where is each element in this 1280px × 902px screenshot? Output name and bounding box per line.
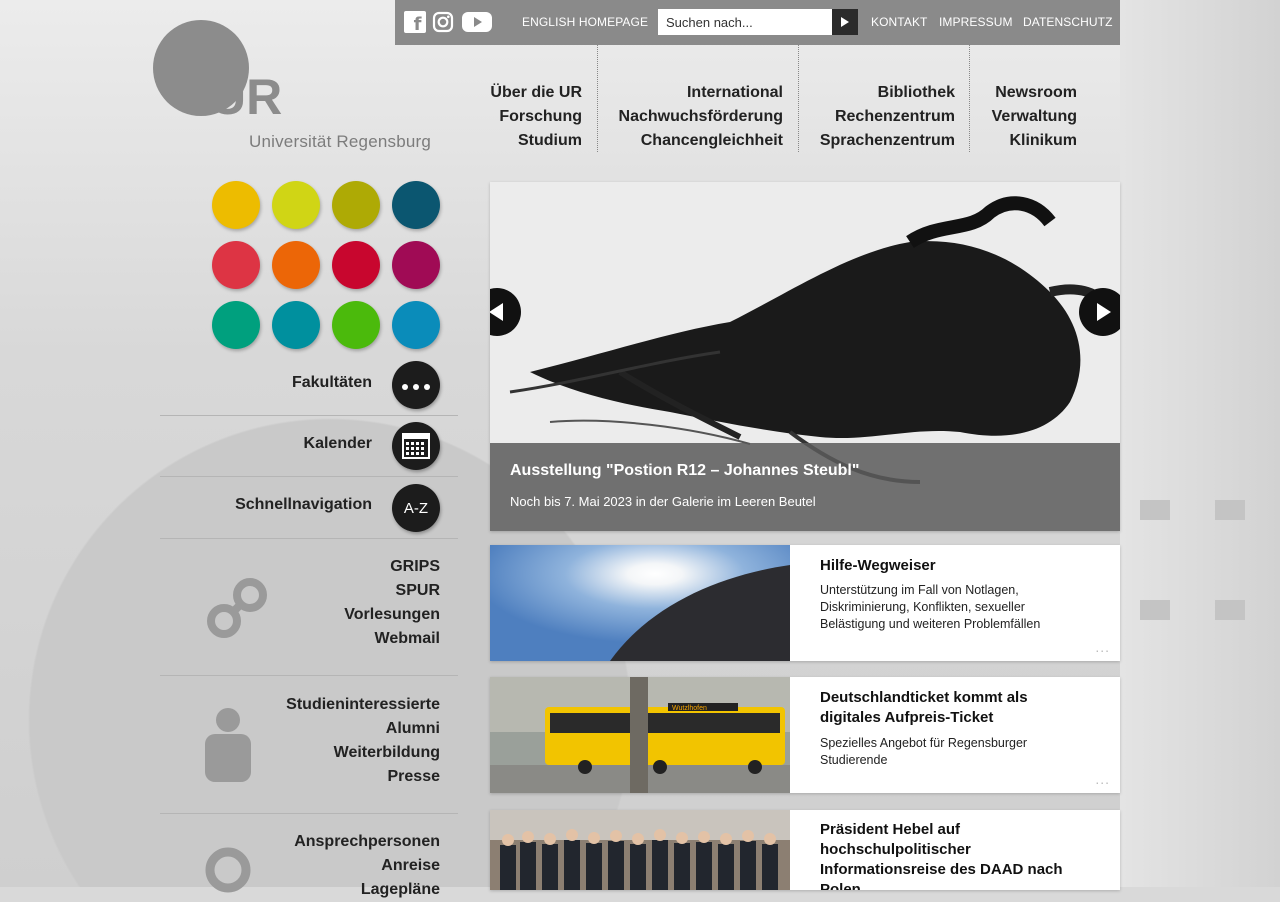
news-image-bus: Wutzlhofen bbox=[490, 677, 790, 793]
nav-nachwuchsfoerderung[interactable]: Nachwuchsförderung bbox=[619, 105, 783, 129]
nav-verwaltung[interactable]: Verwaltung bbox=[992, 105, 1077, 129]
nav-divider bbox=[969, 45, 970, 152]
nav-column-3: Bibliothek Rechenzentrum Sprachenzentrum bbox=[820, 81, 955, 153]
news-title: Deutschlandticket kommt als digitales Au… bbox=[820, 689, 1028, 726]
link-chain-icon bbox=[207, 578, 267, 638]
tools-links: GRIPS SPUR Vorlesungen Webmail bbox=[344, 555, 440, 651]
link-spur[interactable]: SPUR bbox=[344, 579, 440, 603]
nav-forschung[interactable]: Forschung bbox=[490, 105, 582, 129]
divider-line bbox=[160, 813, 458, 814]
divider-line bbox=[160, 675, 458, 676]
link-weiterbildung[interactable]: Weiterbildung bbox=[286, 741, 440, 765]
nav-column-2: International Nachwuchsförderung Chancen… bbox=[619, 81, 783, 153]
nav-bibliothek[interactable]: Bibliothek bbox=[820, 81, 955, 105]
arrow-right-icon bbox=[1097, 303, 1111, 321]
more-dots-icon[interactable]: ... bbox=[1095, 771, 1110, 787]
nav-international[interactable]: International bbox=[619, 81, 783, 105]
news-text: Unterstützung im Fall von Notlagen, Disk… bbox=[820, 583, 1041, 631]
arrow-left-icon bbox=[490, 303, 503, 321]
news-title: Hilfe-Wegweiser bbox=[820, 557, 936, 574]
faculty-color-dot[interactable] bbox=[332, 241, 380, 289]
news-item[interactable]: Hilfe-Wegweiser Unterstützung im Fall vo… bbox=[490, 545, 1120, 661]
news-item[interactable]: Wutzlhofen Deutschlandticket kommt als d… bbox=[490, 677, 1120, 793]
youtube-icon[interactable] bbox=[462, 11, 492, 33]
faculty-color-dot[interactable] bbox=[332, 181, 380, 229]
more-dots-icon[interactable]: ... bbox=[1095, 639, 1110, 655]
more-dots-icon[interactable] bbox=[392, 361, 440, 409]
university-logo[interactable]: UR bbox=[153, 20, 293, 125]
nav-chancengleichheit[interactable]: Chancengleichheit bbox=[619, 129, 783, 153]
link-ansprechpersonen[interactable]: Ansprechpersonen bbox=[294, 830, 440, 854]
divider-line bbox=[160, 538, 458, 539]
news-title: Präsident Hebel auf hochschulpolitischer… bbox=[820, 821, 1063, 890]
link-vorlesungen[interactable]: Vorlesungen bbox=[344, 603, 440, 627]
kontakt-link[interactable]: KONTAKT bbox=[871, 15, 927, 29]
logo-name: Universität Regensburg bbox=[249, 132, 432, 151]
divider-line bbox=[160, 476, 458, 477]
link-studieninteressierte[interactable]: Studieninteressierte bbox=[286, 693, 440, 717]
slider-subtitle: Noch bis 7. Mai 2023 in der Galerie im L… bbox=[510, 494, 816, 509]
instagram-icon[interactable] bbox=[432, 11, 454, 33]
background-building bbox=[1120, 0, 1280, 887]
nav-ueber-die-ur[interactable]: Über die UR bbox=[490, 81, 582, 105]
nav-divider bbox=[597, 45, 598, 152]
schnellnavigation-label[interactable]: Schnellnavigation bbox=[235, 496, 372, 514]
nav-rechenzentrum[interactable]: Rechenzentrum bbox=[820, 105, 955, 129]
facebook-icon[interactable]: f bbox=[404, 11, 426, 35]
bus-destination-sign: Wutzlhofen bbox=[672, 705, 707, 712]
faculty-color-dot[interactable] bbox=[272, 241, 320, 289]
faculty-color-dot[interactable] bbox=[212, 241, 260, 289]
location-links: Ansprechpersonen Anreise Lagepläne bbox=[294, 830, 440, 902]
nav-sprachenzentrum[interactable]: Sprachenzentrum bbox=[820, 129, 955, 153]
logo-letters: UR bbox=[210, 69, 282, 120]
slider-next-button[interactable] bbox=[1079, 288, 1120, 336]
impressum-link[interactable]: IMPRESSUM bbox=[939, 15, 1013, 29]
english-homepage-link[interactable]: ENGLISH HOMEPAGE bbox=[522, 15, 648, 29]
nav-divider bbox=[798, 45, 799, 152]
top-bar: f ENGLISH HOMEPAGE KONTAKT IMPRESSUM DAT… bbox=[395, 0, 1120, 45]
nav-klinikum[interactable]: Klinikum bbox=[992, 129, 1077, 153]
faculty-color-dot[interactable] bbox=[392, 301, 440, 349]
link-presse[interactable]: Presse bbox=[286, 765, 441, 789]
news-image-group-photo bbox=[490, 810, 790, 890]
calendar-icon[interactable] bbox=[392, 422, 440, 470]
search-input[interactable] bbox=[658, 9, 832, 35]
search-button[interactable] bbox=[832, 9, 858, 35]
link-grips[interactable]: GRIPS bbox=[344, 555, 440, 579]
news-item[interactable]: Präsident Hebel auf hochschulpolitischer… bbox=[490, 810, 1120, 890]
faculty-color-dot[interactable] bbox=[332, 301, 380, 349]
play-arrow-icon bbox=[841, 17, 849, 27]
nav-newsroom[interactable]: Newsroom bbox=[992, 81, 1077, 105]
kalender-label[interactable]: Kalender bbox=[304, 435, 372, 453]
faculty-color-dot[interactable] bbox=[392, 181, 440, 229]
nav-studium[interactable]: Studium bbox=[490, 129, 582, 153]
faculty-color-dot[interactable] bbox=[272, 181, 320, 229]
faculty-color-dot[interactable] bbox=[212, 301, 260, 349]
faculty-color-dot[interactable] bbox=[212, 181, 260, 229]
hero-slider[interactable]: Ausstellung "Postion R12 – Johannes Steu… bbox=[490, 182, 1120, 531]
audience-links: Studieninteressierte Alumni Weiterbildun… bbox=[286, 693, 440, 789]
slider-title: Ausstellung "Postion R12 – Johannes Steu… bbox=[510, 462, 860, 479]
person-icon bbox=[205, 708, 251, 782]
datenschutz-link[interactable]: DATENSCHUTZ bbox=[1023, 15, 1113, 29]
news-text: Spezielles Angebot für Regensburger Stud… bbox=[820, 736, 1028, 767]
faculty-color-dot[interactable] bbox=[392, 241, 440, 289]
link-webmail[interactable]: Webmail bbox=[344, 627, 441, 651]
nav-column-1: Über die UR Forschung Studium bbox=[490, 81, 582, 153]
az-icon[interactable]: A-Z bbox=[392, 484, 440, 532]
news-image-sun-building bbox=[490, 545, 790, 661]
faculty-color-dot[interactable] bbox=[272, 301, 320, 349]
link-alumni[interactable]: Alumni bbox=[286, 717, 440, 741]
link-lageplaene[interactable]: Lagepläne bbox=[294, 878, 440, 902]
nav-column-4: Newsroom Verwaltung Klinikum bbox=[992, 81, 1077, 153]
fakultaeten-label[interactable]: Fakultäten bbox=[292, 374, 372, 392]
divider-line bbox=[160, 415, 458, 416]
slider-caption[interactable]: Ausstellung "Postion R12 – Johannes Steu… bbox=[490, 443, 1120, 531]
link-anreise[interactable]: Anreise bbox=[294, 854, 440, 878]
